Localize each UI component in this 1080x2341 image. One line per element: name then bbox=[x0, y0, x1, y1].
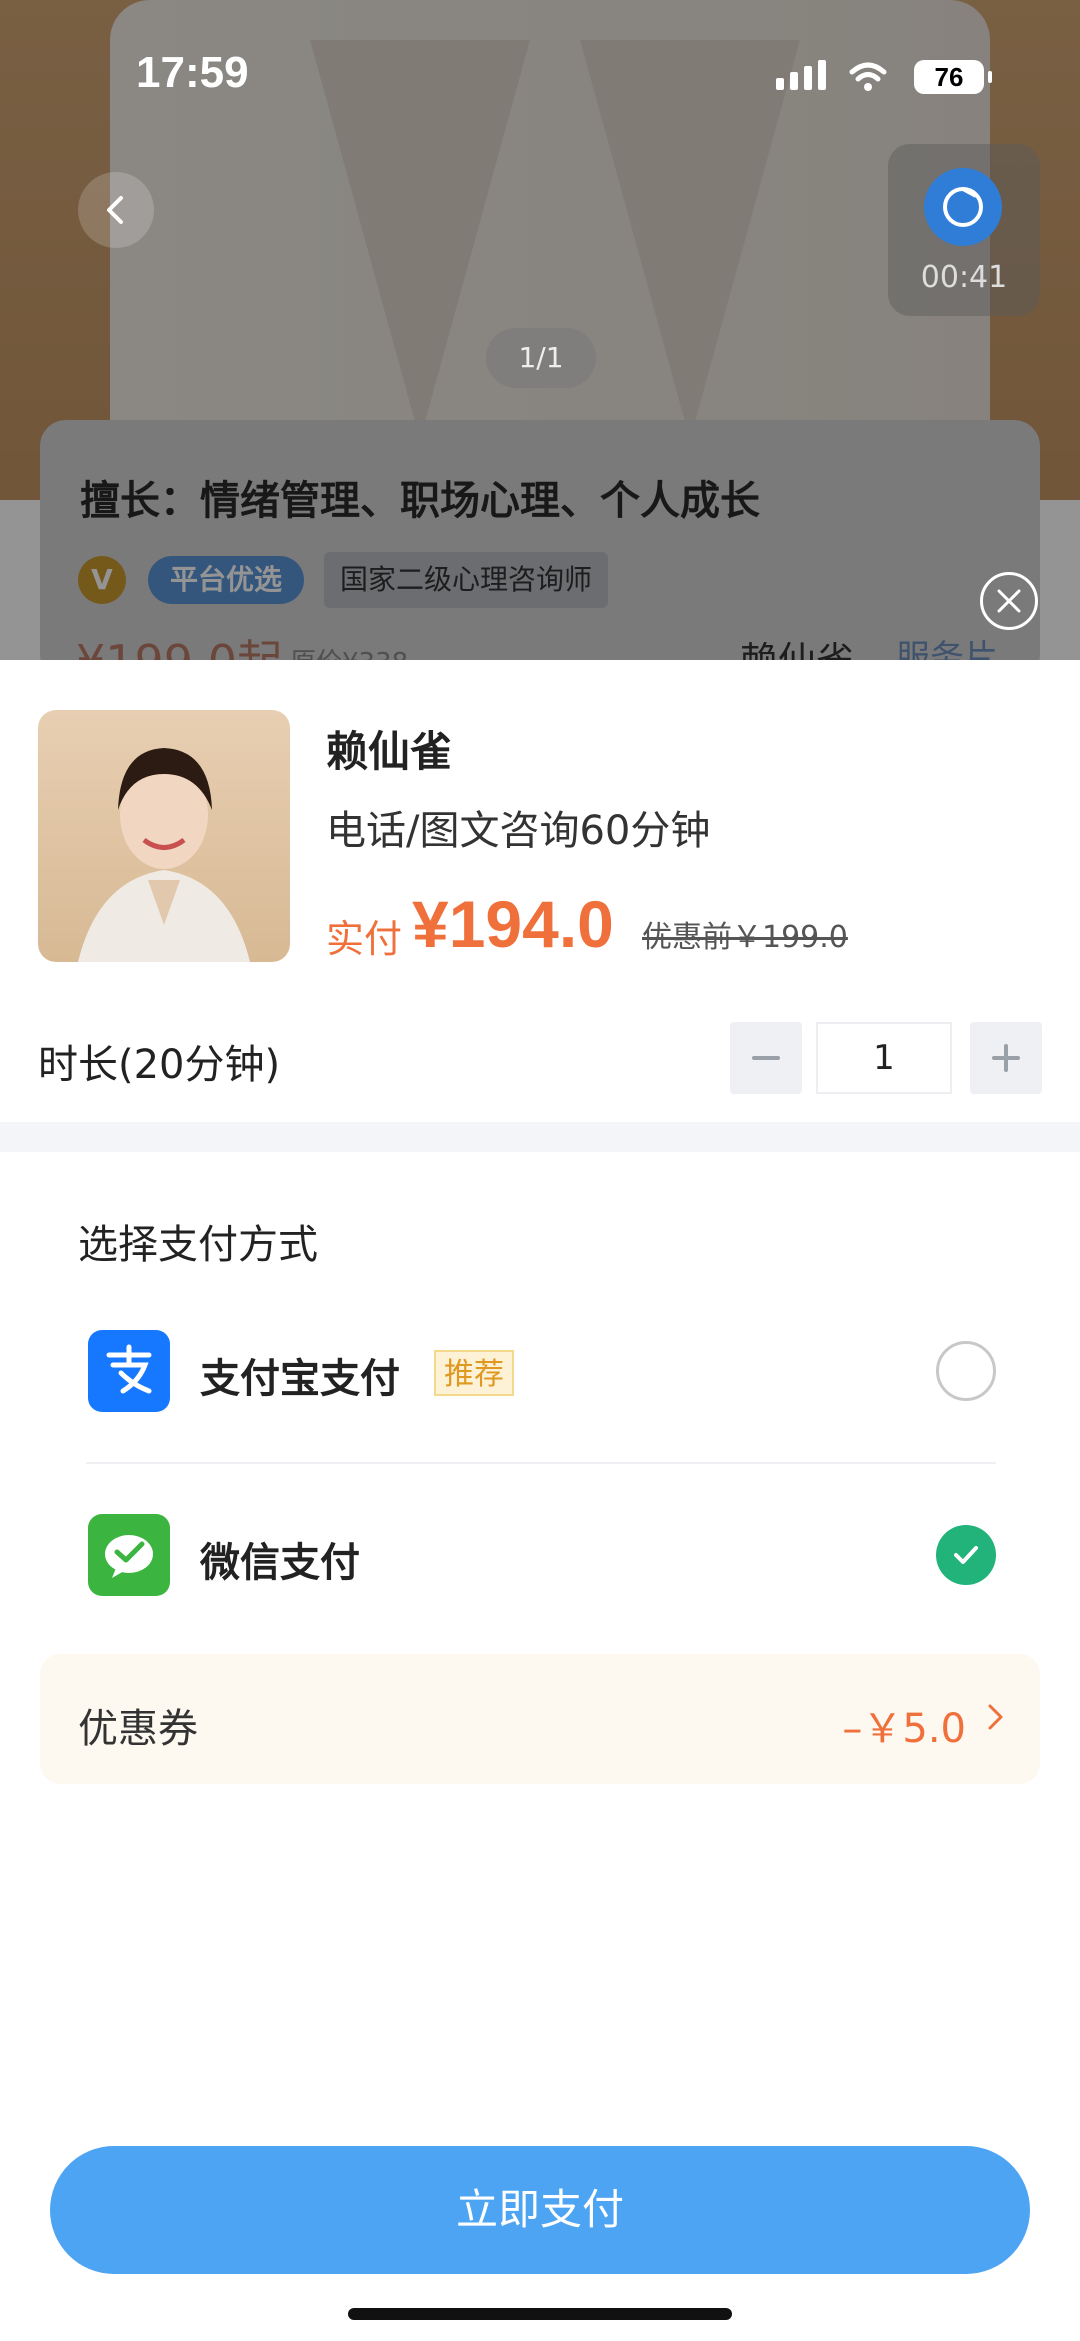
close-button[interactable] bbox=[980, 572, 1038, 630]
original-price: 优惠前￥199.0 bbox=[642, 920, 848, 955]
play-icon bbox=[924, 168, 1002, 246]
pay-price: ¥194.0 bbox=[412, 887, 614, 961]
service-description: 电话/图文咨询60分钟 bbox=[326, 808, 711, 854]
page-indicator: 1/1 bbox=[486, 328, 596, 388]
pay-label: 实付 bbox=[326, 917, 403, 961]
consultant-avatar bbox=[38, 710, 290, 962]
home-indicator bbox=[348, 2308, 732, 2320]
coupon-row[interactable]: 优惠券 –￥5.0 bbox=[40, 1654, 1040, 1784]
duration-label: 时长(20分钟) bbox=[38, 1042, 281, 1088]
chevron-right-icon bbox=[988, 1704, 1003, 1730]
checkmark-icon bbox=[954, 1546, 978, 1564]
section-divider bbox=[0, 1122, 1080, 1152]
cellular-signal-icon bbox=[776, 60, 826, 90]
consultant-name: 赖仙雀 bbox=[326, 727, 453, 776]
decrement-button[interactable] bbox=[730, 1022, 802, 1094]
payment-option-alipay[interactable]: 支付宝支付 推荐 bbox=[78, 1316, 1002, 1426]
coupon-value: –￥5.0 bbox=[842, 1706, 966, 1752]
battery-indicator: 76 bbox=[914, 60, 992, 94]
pay-now-button[interactable]: 立即支付 bbox=[50, 2146, 1030, 2274]
wifi-icon bbox=[849, 62, 887, 91]
recommend-badge: 推荐 bbox=[434, 1350, 514, 1396]
alipay-icon bbox=[88, 1330, 170, 1412]
wechat-pay-icon bbox=[88, 1514, 170, 1596]
payment-method-title: 选择支付方式 bbox=[78, 1222, 318, 1268]
alipay-label: 支付宝支付 bbox=[200, 1356, 400, 1402]
plus-icon bbox=[992, 1044, 1020, 1072]
wechat-pay-radio[interactable] bbox=[936, 1525, 996, 1585]
coupon-label: 优惠券 bbox=[78, 1706, 198, 1752]
close-icon bbox=[997, 589, 1021, 613]
payment-divider bbox=[86, 1462, 996, 1464]
minus-icon bbox=[752, 1056, 780, 1060]
payment-sheet: 赖仙雀 电话/图文咨询60分钟 实付 ¥194.0 优惠前￥199.0 时长(2… bbox=[0, 660, 1080, 2341]
back-button[interactable] bbox=[78, 172, 154, 248]
payment-option-wechat[interactable]: 微信支付 bbox=[78, 1500, 1002, 1610]
timer-text: 00:41 bbox=[920, 260, 1008, 295]
alipay-radio[interactable] bbox=[936, 1341, 996, 1401]
status-time: 17:59 bbox=[136, 48, 249, 97]
video-timer[interactable]: 00:41 bbox=[888, 144, 1040, 316]
increment-button[interactable] bbox=[970, 1022, 1042, 1094]
chevron-left-icon bbox=[107, 196, 123, 224]
quantity-input[interactable]: 1 bbox=[816, 1022, 952, 1094]
wechat-pay-label: 微信支付 bbox=[200, 1540, 360, 1586]
